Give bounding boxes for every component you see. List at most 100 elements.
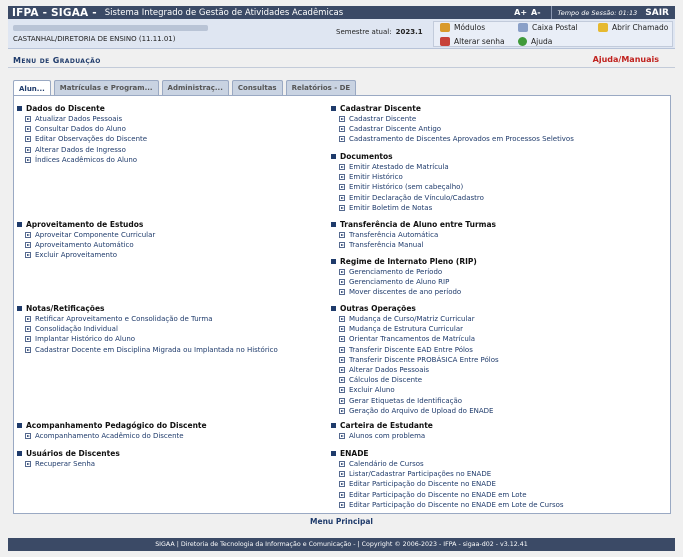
menu-item-mudanca-de-estrutura-curricular[interactable]: Mudança de Estrutura Curricular xyxy=(331,324,499,334)
menu-item-orientar-trancamentos-de-matricula[interactable]: Orientar Trancamentos de Matrícula xyxy=(331,334,499,344)
tab-alunos[interactable]: Alun... xyxy=(13,80,51,96)
menu-item-gerenciamento-de-aluno-rip[interactable]: Gerenciamento de Aluno RIP xyxy=(331,277,477,287)
menu-item-calendario-de-cursos[interactable]: Calendário de Cursos xyxy=(331,459,564,469)
tab-relatorios[interactable]: Relatórios - DE xyxy=(285,80,357,95)
section-title: ENADE xyxy=(331,449,564,458)
arrow-bullet-icon xyxy=(25,346,31,353)
menu-item-cadastrar-docente-em-disciplina-migrada-ou-implantada-no-historico[interactable]: Cadastrar Docente em Disciplina Migrada … xyxy=(17,345,278,355)
arrow-bullet-icon xyxy=(339,481,345,488)
menu-item-emitir-historico[interactable]: Emitir Histórico xyxy=(331,172,484,182)
main-menu-link[interactable]: Menu Principal xyxy=(0,517,683,526)
menu-item-geracao-do-arquivo-de-upload-do-enade[interactable]: Geração do Arquivo de Upload do ENADE xyxy=(331,406,499,416)
change-password-link[interactable]: Alterar senha xyxy=(440,37,505,46)
menu-item-editar-observacoes-do-discente[interactable]: Editar Observações do Discente xyxy=(17,134,147,144)
menu-item-listar-cadastrar-participacoes-no-enade[interactable]: Listar/Cadastrar Participações no ENADE xyxy=(331,469,564,479)
tab-strip: Alun... Matrículas e Program... Administ… xyxy=(13,80,359,96)
menu-item-transferencia-manual[interactable]: Transferência Manual xyxy=(331,240,496,250)
open-ticket-link[interactable]: Abrir Chamado xyxy=(598,23,668,32)
menu-section-outras-operacoes: Outras Operações Mudança de Curso/Matriz … xyxy=(331,304,499,416)
section-title: Transferência de Aluno entre Turmas xyxy=(331,220,496,229)
menu-item-editar-participacao-do-discente-no-enade-em-lote[interactable]: Editar Participação do Discente no ENADE… xyxy=(331,490,564,500)
arrow-bullet-icon xyxy=(25,156,31,163)
arrow-bullet-icon xyxy=(339,279,345,286)
menu-item-retificar-aproveitamento-e-consolidacao-de-turma[interactable]: Retificar Aproveitamento e Consolidação … xyxy=(17,314,278,324)
tab-matriculas[interactable]: Matrículas e Program... xyxy=(53,80,159,95)
menu-item-excluir-aproveitamento[interactable]: Excluir Aproveitamento xyxy=(17,250,155,260)
top-bar: IFPA - SIGAA - Sistema Integrado de Gest… xyxy=(8,6,675,19)
tab-consultas[interactable]: Consultas xyxy=(231,80,283,95)
arrow-bullet-icon xyxy=(339,387,345,394)
section-title: Carteira de Estudante xyxy=(331,421,433,430)
menu-item-emitir-atestado-de-matricula[interactable]: Emitir Atestado de Matrícula xyxy=(331,162,484,172)
arrow-bullet-icon xyxy=(339,336,345,343)
font-larger-button[interactable]: A+ xyxy=(514,8,527,17)
menu-item-atualizar-dados-pessoais[interactable]: Atualizar Dados Pessoais xyxy=(17,114,147,124)
arrow-bullet-icon xyxy=(339,326,345,333)
section-title: Cadastrar Discente xyxy=(331,104,574,113)
menu-item-transferir-discente-ead-entre-polos[interactable]: Transferir Discente EAD Entre Pólos xyxy=(331,345,499,355)
menu-item-gerar-etiquetas-de-identificacao[interactable]: Gerar Etiquetas de Identificação xyxy=(331,396,499,406)
menu-item-mover-discentes-de-ano-periodo[interactable]: Mover discentes de ano período xyxy=(331,287,477,297)
menu-item-cadastramento-de-discentes-aprovados-em-processos-seletivos[interactable]: Cadastramento de Discentes Aprovados em … xyxy=(331,134,574,144)
menu-item-calculos-de-discente[interactable]: Cálculos de Discente xyxy=(331,375,499,385)
arrow-bullet-icon xyxy=(339,289,345,296)
menu-item-excluir-aluno[interactable]: Excluir Aluno xyxy=(331,385,499,395)
menu-item-alterar-dados-de-ingresso[interactable]: Alterar Dados de Ingresso xyxy=(17,145,147,155)
menu-item-alunos-com-problema[interactable]: Alunos com problema xyxy=(331,431,433,441)
arrow-bullet-icon xyxy=(25,136,31,143)
menu-section-aproveitamento-de-estudos: Aproveitamento de Estudos Aproveitar Comp… xyxy=(17,220,155,261)
menu-item-consolidacao-individual[interactable]: Consolidação Individual xyxy=(17,324,278,334)
menu-item-editar-participacao-do-discente-no-enade-em-lote-de-cursos[interactable]: Editar Participação do Discente no ENADE… xyxy=(331,500,564,510)
modules-link[interactable]: Módulos xyxy=(440,23,485,32)
menu-item-acompanhamento-academico-do-discente[interactable]: Acompanhamento Acadêmico do Discente xyxy=(17,431,207,441)
arrow-bullet-icon xyxy=(25,232,31,239)
menu-item-indices-academicos-do-aluno[interactable]: Índices Acadêmicos do Aluno xyxy=(17,155,147,165)
footer-text: SIGAA | Diretoria de Tecnologia da Infor… xyxy=(155,541,528,548)
arrow-bullet-icon xyxy=(339,491,345,498)
section-title: Usuários de Discentes xyxy=(17,449,120,458)
menu-item-emitir-historico-sem-cabecalho[interactable]: Emitir Histórico (sem cabeçalho) xyxy=(331,182,484,192)
section-bullet-icon xyxy=(17,423,22,428)
menu-item-emitir-declaracao-de-vinculo-cadastro[interactable]: Emitir Declaração de Vínculo/Cadastro xyxy=(331,193,484,203)
section-bullet-icon xyxy=(17,451,22,456)
arrow-bullet-icon xyxy=(339,232,345,239)
menu-section-dados-do-discente: Dados do Discente Atualizar Dados Pessoai… xyxy=(17,104,147,165)
section-title: Regime de Internato Pleno (RIP) xyxy=(331,257,477,266)
menu-item-transferir-discente-probasica-entre-polos[interactable]: Transferir Discente PROBÁSICA Entre Pólo… xyxy=(331,355,499,365)
section-title: Aproveitamento de Estudos xyxy=(17,220,155,229)
menu-item-alterar-dados-pessoais[interactable]: Alterar Dados Pessoais xyxy=(331,365,499,375)
current-semester: Semestre atual: 2023.1 xyxy=(336,28,423,36)
menu-item-transferencia-automatica[interactable]: Transferência Automática xyxy=(331,230,496,240)
arrow-bullet-icon xyxy=(25,126,31,133)
arrow-bullet-icon xyxy=(25,326,31,333)
session-timer: Tempo de Sessão: 01:13 xyxy=(550,6,644,19)
section-title: Acompanhamento Pedagógico do Discente xyxy=(17,421,207,430)
font-smaller-button[interactable]: A- xyxy=(531,8,541,17)
section-title: Notas/Retificações xyxy=(17,304,278,313)
mailbox-link[interactable]: Caixa Postal xyxy=(518,23,578,32)
menu-item-editar-participacao-do-discente-no-enade[interactable]: Editar Participação do Discente no ENADE xyxy=(331,479,564,489)
arrow-bullet-icon xyxy=(339,242,345,249)
arrow-bullet-icon xyxy=(25,116,31,123)
logout-button[interactable]: SAIR xyxy=(643,8,675,18)
menu-item-cadastrar-discente-antigo[interactable]: Cadastrar Discente Antigo xyxy=(331,124,574,134)
menu-item-cadastrar-discente[interactable]: Cadastrar Discente xyxy=(331,114,574,124)
menu-item-aproveitar-componente-curricular[interactable]: Aproveitar Componente Curricular xyxy=(17,230,155,240)
menu-item-implantar-historico-do-aluno[interactable]: Implantar Histórico do Aluno xyxy=(17,334,278,344)
tab-administracao[interactable]: Administraç... xyxy=(161,80,229,95)
menu-item-gerenciamento-de-periodo[interactable]: Gerenciamento de Período xyxy=(331,267,477,277)
help-link[interactable]: Ajuda xyxy=(518,37,552,46)
section-bullet-icon xyxy=(331,222,336,227)
arrow-bullet-icon xyxy=(339,164,345,171)
menu-item-recuperar-senha[interactable]: Recuperar Senha xyxy=(17,459,120,469)
menu-section-cadastrar-discente: Cadastrar Discente Cadastrar Discente Cada… xyxy=(331,104,574,145)
menu-section-enade: ENADE Calendário de Cursos Listar/Cadastra… xyxy=(331,449,564,510)
help-manuals-link[interactable]: Ajuda/Manuais xyxy=(593,55,659,64)
arrow-bullet-icon xyxy=(339,204,345,211)
menu-item-emitir-boletim-de-notas[interactable]: Emitir Boletim de Notas xyxy=(331,203,484,213)
menu-item-mudanca-de-curso-matriz-curricular[interactable]: Mudança de Curso/Matriz Curricular xyxy=(331,314,499,324)
user-bar: CASTANHAL/DIRETORIA DE ENSINO (11.11.01)… xyxy=(8,19,675,49)
menu-item-aproveitamento-automatico[interactable]: Aproveitamento Automático xyxy=(17,240,155,250)
menu-item-consultar-dados-do-aluno[interactable]: Consultar Dados do Aluno xyxy=(17,124,147,134)
arrow-bullet-icon xyxy=(339,126,345,133)
